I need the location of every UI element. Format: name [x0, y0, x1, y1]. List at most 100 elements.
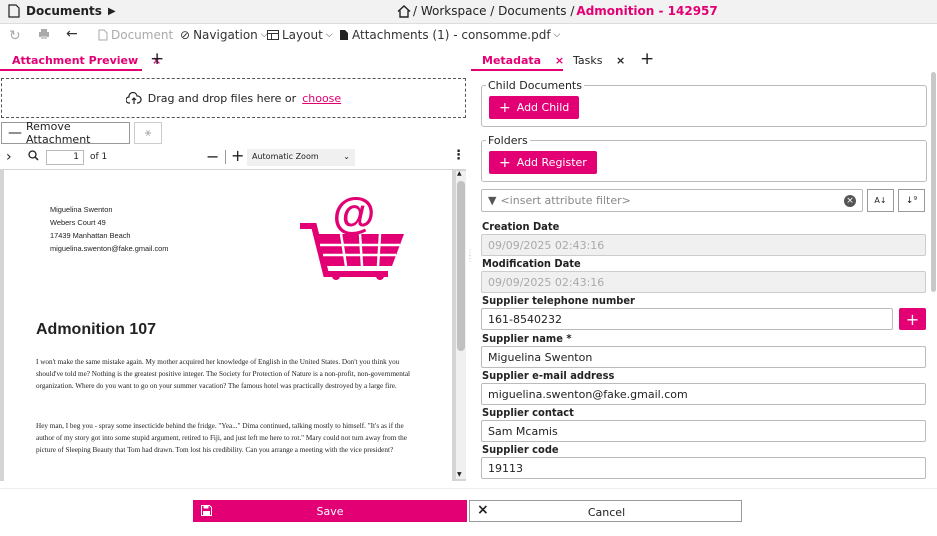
add-register-label: Add Register — [516, 156, 587, 169]
tab-label: Attachment Preview — [12, 54, 139, 67]
dropzone-text: Drag and drop files here or — [147, 91, 297, 105]
sort-numeric-icon: ↓⁹ — [905, 195, 918, 206]
document-button-label: Document — [111, 28, 174, 42]
back-arrow-icon[interactable]: ← — [66, 26, 78, 42]
pdf-scrollbar[interactable]: ▲ ▼ — [456, 170, 466, 479]
breadcrumb: / Workspace / Documents / Admonition - 1… — [397, 4, 718, 18]
remove-attachment-button[interactable]: — Remove Attachment — [1, 120, 130, 146]
breadcrumb-path[interactable]: / Workspace / Documents / — [413, 4, 574, 18]
creation-date-label: Creation Date — [482, 220, 560, 233]
close-icon[interactable]: × — [555, 54, 564, 67]
child-documents-legend: Child Documents — [486, 79, 584, 92]
supplier-code-field[interactable]: 19113 — [481, 457, 926, 479]
navigation-menu[interactable]: ⊘ Navigation ⌵ — [180, 28, 268, 42]
save-label: Save — [316, 505, 344, 518]
supplier-phone-field[interactable]: 161-8540232 — [481, 308, 893, 330]
sort-alpha-icon: A↓ — [874, 195, 887, 205]
chevron-down-icon: ⌵ — [553, 30, 561, 40]
active-tab-underline — [0, 69, 142, 71]
sort-numeric-button[interactable]: ↓⁹ — [898, 189, 925, 212]
zoom-out-icon[interactable]: − — [206, 147, 219, 166]
supplier-email-field[interactable]: miguelina.swenton@fake.gmail.com — [481, 383, 926, 405]
add-child-label: Add Child — [516, 101, 570, 114]
attribute-filter-input[interactable]: ▼ <insert attribute filter> × — [481, 189, 863, 212]
supplier-email-label: Supplier e-mail address — [482, 369, 615, 382]
add-tab-icon[interactable]: + — [640, 49, 654, 69]
panel-splitter[interactable]: ⋮ ⋮ — [466, 249, 474, 280]
add-register-button[interactable]: + Add Register — [489, 151, 597, 174]
documents-menu[interactable]: Documents ▶ — [8, 4, 116, 18]
close-icon[interactable]: × — [616, 54, 625, 67]
sidebar-toggle-icon[interactable]: › — [6, 149, 12, 165]
refresh-icon[interactable]: ↻ — [9, 28, 21, 44]
metadata-scrollbar[interactable] — [931, 72, 936, 292]
scroll-down-icon[interactable]: ▼ — [457, 471, 462, 478]
caret-right-icon: ▶ — [107, 5, 116, 17]
magic-wand-button[interactable]: ⚹ — [134, 122, 162, 144]
plus-icon: + — [499, 154, 511, 171]
chevron-down-icon: ⌄ — [343, 152, 350, 161]
choose-file-link[interactable]: choose — [302, 92, 341, 105]
save-button[interactable]: Save — [193, 500, 467, 522]
filter-icon: ▼ — [488, 194, 497, 207]
tab-attachment-preview[interactable]: Attachment Preview × — [12, 54, 161, 67]
tab-label: Tasks — [573, 54, 603, 67]
modification-date-label: Modification Date — [482, 257, 581, 270]
document-icon — [98, 29, 108, 41]
address-line: miguelina.swenton@fake.gmail.com — [50, 244, 169, 253]
add-phone-button[interactable]: + — [899, 308, 926, 330]
zoom-in-icon[interactable]: + — [231, 146, 244, 165]
pdf-viewer[interactable]: Miguelina Swenton Webers Court 49 17439 … — [0, 169, 466, 481]
sort-alpha-button[interactable]: A↓ — [867, 189, 894, 212]
scrollbar-thumb[interactable] — [457, 181, 465, 351]
attachments-menu[interactable]: Attachments (1) - consomme.pdf ⌵ — [339, 28, 560, 42]
supplier-code-label: Supplier code — [482, 443, 559, 456]
supplier-name-field[interactable]: Miguelina Swenton — [481, 346, 926, 368]
pdf-paragraph: Hey man, I beg you - spray some insectic… — [36, 422, 407, 454]
shopping-cart-logo: @ — [300, 189, 404, 280]
clear-filter-icon[interactable]: × — [844, 194, 856, 207]
cloud-upload-icon — [125, 92, 142, 104]
folders-legend: Folders — [486, 134, 530, 147]
divider — [225, 150, 226, 164]
document-icon — [8, 4, 20, 18]
remove-attachment-label: Remove Attachment — [26, 120, 91, 146]
supplier-contact-label: Supplier contact — [482, 406, 574, 419]
chevron-down-icon: ⌵ — [325, 30, 333, 40]
layout-menu[interactable]: Layout ⌵ — [267, 28, 333, 42]
address-line: Miguelina Swenton — [50, 205, 113, 214]
modification-date-field: 09/09/2025 02:43:16 — [481, 271, 926, 293]
minus-icon: — — [8, 125, 22, 141]
pdf-heading: Admonition 107 — [36, 321, 157, 338]
pdf-address: Miguelina Swenton Webers Court 49 17439 … — [50, 203, 168, 255]
documents-menu-label: Documents — [26, 4, 102, 18]
supplier-name-label: Supplier name * — [482, 332, 572, 345]
tab-tasks[interactable]: Tasks × — [573, 54, 625, 67]
cancel-button[interactable]: × Cancel — [469, 500, 742, 522]
print-icon[interactable] — [38, 28, 50, 40]
file-dropzone[interactable]: Drag and drop files here or choose — [1, 78, 466, 118]
layout-icon — [267, 30, 279, 40]
find-icon[interactable] — [28, 150, 39, 164]
more-options-icon[interactable]: ⋮ — [452, 148, 465, 163]
supplier-phone-label: Supplier telephone number — [482, 294, 635, 307]
file-icon — [340, 30, 348, 40]
add-tab-icon[interactable]: + — [150, 49, 164, 69]
home-icon[interactable] — [397, 4, 411, 18]
filter-placeholder: <insert attribute filter> — [500, 194, 631, 207]
supplier-contact-field[interactable]: Sam Mcamis — [481, 420, 926, 442]
top-bar: Documents ▶ / Workspace / Documents / Ad… — [0, 0, 937, 24]
zoom-select[interactable]: Automatic Zoom ⌄ — [247, 149, 355, 166]
footer-divider — [0, 488, 937, 489]
layout-label: Layout — [282, 28, 323, 42]
scroll-up-icon[interactable]: ▲ — [457, 170, 462, 177]
address-line: 17439 Manhattan Beach — [50, 231, 131, 240]
magic-wand-icon: ⚹ — [144, 126, 152, 139]
tab-metadata[interactable]: Metadata × — [482, 54, 564, 67]
plus-icon: + — [499, 99, 511, 116]
svg-text:@: @ — [333, 189, 376, 238]
page-number-input[interactable]: 1 — [46, 150, 84, 165]
document-button[interactable]: Document — [98, 28, 173, 42]
add-child-button[interactable]: + Add Child — [489, 96, 580, 119]
cancel-label: Cancel — [587, 506, 626, 519]
